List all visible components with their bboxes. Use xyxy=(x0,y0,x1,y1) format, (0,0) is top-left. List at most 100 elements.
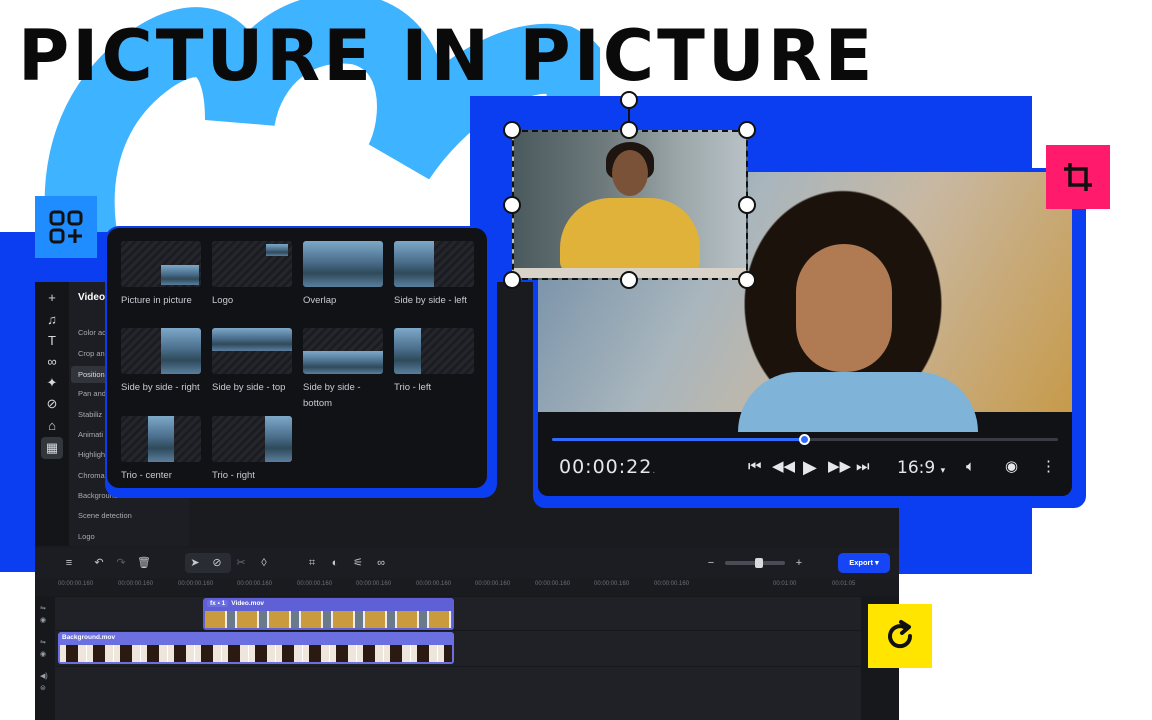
video-clip-label: fx • 1 Video.mov xyxy=(207,600,264,607)
adjust-tool-icon[interactable]: ⚟ xyxy=(351,556,365,570)
text-icon[interactable]: T xyxy=(44,333,60,349)
resize-handle-bottom-left[interactable] xyxy=(503,271,521,289)
video-tool-color[interactable]: Color ac xyxy=(78,328,106,337)
crop-tool-icon[interactable]: ⌗ xyxy=(305,556,319,570)
lock-icon[interactable]: ⊜ xyxy=(40,684,46,692)
video-clip[interactable]: fx • 1 Video.mov xyxy=(203,598,454,630)
disable-icon[interactable]: ⊘ xyxy=(210,556,224,570)
speaker-icon[interactable]: ◀) xyxy=(40,672,48,680)
play-icon[interactable]: ▶ xyxy=(803,458,817,476)
skip-back-icon[interactable]: ⏮ xyxy=(748,458,762,476)
preset-label: Trio - right xyxy=(212,470,255,481)
snapshot-icon[interactable]: ◉ xyxy=(1005,458,1018,476)
undo-icon[interactable]: ↶ xyxy=(92,556,106,570)
video-tool-scene-detection[interactable]: Scene detection xyxy=(78,511,132,520)
delete-icon[interactable]: 🗑︎ xyxy=(137,556,151,570)
background-clip-frames xyxy=(60,645,452,662)
video-tool-pan[interactable]: Pan and xyxy=(78,389,106,398)
audio-track-header: ◀) ⊜ xyxy=(35,666,55,720)
video-tool-stabilize[interactable]: Stabiliz xyxy=(78,410,102,419)
resize-handle-bottom-right[interactable] xyxy=(738,271,756,289)
ruler-tick: 00:00:00.160 xyxy=(475,581,511,587)
resize-handle-right[interactable] xyxy=(738,196,756,214)
video-tool-crop[interactable]: Crop an xyxy=(78,349,105,358)
preset-thumbnail xyxy=(212,241,292,287)
export-button[interactable]: Export ▾ xyxy=(838,553,890,573)
video-tool-animation[interactable]: Animati xyxy=(78,430,103,439)
preset-thumbnail xyxy=(394,241,474,287)
preset-thumbnail xyxy=(212,328,292,374)
preset-thumbnail xyxy=(121,328,201,374)
preset-trio-right[interactable]: Trio - right xyxy=(212,416,292,484)
magic-icon[interactable]: ✦ xyxy=(44,375,60,391)
resize-handle-top[interactable] xyxy=(620,121,638,139)
video-tool-highlight[interactable]: Highligh xyxy=(78,450,105,459)
video-track-header: ⇋ ◉ xyxy=(35,596,55,630)
more-options-icon[interactable]: ⋮ xyxy=(1041,458,1056,476)
pip-feature-badge xyxy=(35,196,97,258)
rotate-handle[interactable] xyxy=(620,91,638,109)
link-icon[interactable]: ⇋ xyxy=(40,638,46,646)
fast-forward-icon[interactable]: ▶▶ xyxy=(828,458,851,476)
background-clip-label: Background.mov xyxy=(62,634,116,641)
zoom-in-icon[interactable]: + xyxy=(792,556,806,570)
preset-label: Side by side - bottom xyxy=(303,382,361,409)
preset-logo[interactable]: Logo xyxy=(212,241,292,309)
link-icon[interactable]: ⇋ xyxy=(40,604,46,612)
progress-handle[interactable] xyxy=(799,434,810,445)
preset-overlap[interactable]: Overlap xyxy=(303,241,383,309)
ruler-tick: 00:00:00.160 xyxy=(416,581,452,587)
background-clip[interactable]: Background.mov xyxy=(58,632,454,664)
skip-forward-icon[interactable]: ⏭ xyxy=(856,458,870,476)
progress-fill xyxy=(552,438,805,441)
video-tool-logo[interactable]: Logo xyxy=(78,532,95,541)
pip-presets-panel: Picture in picture Logo Overlap Side by … xyxy=(107,228,487,488)
ruler-tick: 00:00:00.160 xyxy=(297,581,333,587)
preset-side-by-side-top[interactable]: Side by side - top xyxy=(212,328,292,396)
ruler-tick: 00:00:00.160 xyxy=(535,581,571,587)
select-icon[interactable]: ➤ xyxy=(188,556,202,570)
crop-feature-badge xyxy=(1046,145,1110,209)
volume-icon[interactable]: 🔈︎ xyxy=(966,458,975,476)
playback-progress[interactable] xyxy=(552,434,1058,445)
resize-handle-top-right[interactable] xyxy=(738,121,756,139)
plus-icon[interactable]: + xyxy=(44,290,60,306)
crop-icon xyxy=(1064,163,1092,191)
background-track-header: ⇋ ◉ xyxy=(35,630,55,666)
preset-label: Side by side - left xyxy=(394,295,467,306)
music-icon[interactable]: ♫ xyxy=(44,312,60,328)
filters-icon[interactable]: ⊘ xyxy=(44,396,60,412)
ruler-tick: 00:00:00.160 xyxy=(594,581,630,587)
resize-handle-top-left[interactable] xyxy=(503,121,521,139)
video-tool-chroma[interactable]: Chroma xyxy=(78,471,105,480)
resize-handle-bottom[interactable] xyxy=(620,271,638,289)
pip-overlay-frame[interactable] xyxy=(512,130,748,280)
timeline-ruler[interactable]: 00:00:00.160 00:00:00.160 00:00:00.160 0… xyxy=(35,578,899,596)
split-icon[interactable]: ✂ xyxy=(234,556,248,570)
preset-side-by-side-bottom[interactable]: Side by side - bottom xyxy=(303,328,383,412)
visibility-icon[interactable]: ◉ xyxy=(40,616,46,624)
aspect-ratio-select[interactable]: 16:9 ▾ xyxy=(897,458,945,478)
rewind-icon[interactable]: ◀◀ xyxy=(772,458,795,476)
preset-trio-left[interactable]: Trio - left xyxy=(394,328,474,396)
resize-handle-left[interactable] xyxy=(503,196,521,214)
video-clip-frames xyxy=(205,611,452,628)
preset-side-by-side-left[interactable]: Side by side - left xyxy=(394,241,474,309)
preset-thumbnail xyxy=(121,241,201,287)
visibility-icon[interactable]: ◉ xyxy=(40,650,46,658)
color-tool-icon[interactable]: ◐ xyxy=(328,556,342,570)
preset-picture-in-picture[interactable]: Picture in picture xyxy=(121,241,201,309)
ruler-tick: 00:00:00.160 xyxy=(118,581,154,587)
transition-tool-icon[interactable]: ∞ xyxy=(374,556,388,570)
preset-side-by-side-right[interactable]: Side by side - right xyxy=(121,328,201,396)
zoom-slider-handle[interactable] xyxy=(755,558,763,568)
marker-icon[interactable]: ◊ xyxy=(257,556,271,570)
preset-label: Trio - center xyxy=(121,470,172,481)
zoom-out-icon[interactable]: − xyxy=(704,556,718,570)
more-tools-icon[interactable]: ▦ xyxy=(41,437,63,459)
preset-trio-center[interactable]: Trio - center xyxy=(121,416,201,484)
redo-disabled-icon[interactable]: ↷ xyxy=(114,556,128,570)
stickers-icon[interactable]: ⌂ xyxy=(44,418,60,434)
transitions-icon[interactable]: ∞ xyxy=(44,354,60,370)
add-track-icon[interactable]: ≡ xyxy=(62,556,76,570)
